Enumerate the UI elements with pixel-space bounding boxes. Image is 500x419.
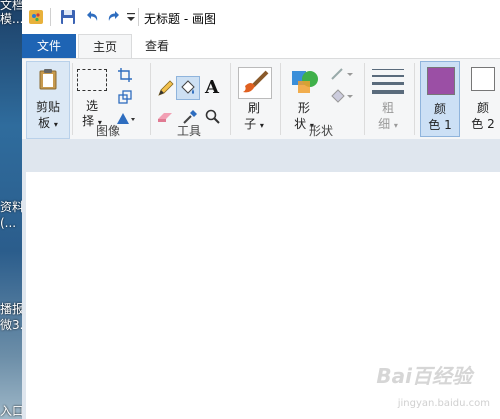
- divider: [364, 63, 365, 135]
- paste-label-line2: 板: [38, 116, 51, 130]
- paste-label: 剪贴: [35, 100, 60, 114]
- paste-label-2: 板 ▾: [27, 116, 69, 132]
- tab-file[interactable]: 文件: [22, 34, 76, 58]
- resize-icon[interactable]: [118, 90, 132, 107]
- title-bar: 无标题 - 画图: [22, 0, 500, 35]
- paint-app-icon[interactable]: [28, 9, 44, 28]
- customize-quick-access-icon[interactable]: [126, 11, 136, 26]
- undo-icon[interactable]: [84, 9, 100, 28]
- size-label-2: 细 ▾: [368, 117, 408, 133]
- desktop-icon-label[interactable]: 入口: [0, 404, 22, 418]
- shapes-label: 形: [297, 101, 310, 115]
- color2-label: 颜: [476, 101, 489, 115]
- chevron-down-icon: ▾: [259, 121, 264, 130]
- desktop-icon-label[interactable]: 模...: [0, 12, 22, 26]
- divider: [138, 8, 139, 26]
- desktop-icon-label[interactable]: 微3...: [0, 318, 22, 332]
- divider: [72, 63, 73, 135]
- divider: [280, 63, 281, 135]
- color1-label-2: 色 1: [428, 118, 452, 132]
- paint-window: 无标题 - 画图 文件 主页 查看 剪贴 板 ▾ 选 择 ▾ 图像 A 工具 刷…: [22, 0, 500, 419]
- desktop-icon-label[interactable]: 资料: [0, 200, 22, 214]
- color1-swatch: [427, 67, 455, 95]
- chevron-down-icon: ▾: [393, 121, 398, 130]
- ribbon-home: 剪贴 板 ▾ 选 择 ▾ 图像 A 工具 刷 子 ▾ 形 状 ▾ 形状 粗 细 …: [22, 58, 500, 140]
- select-rectangle-icon: [77, 69, 107, 91]
- desktop-icon-label[interactable]: (...: [0, 216, 16, 230]
- paintbrush-icon: [238, 67, 272, 99]
- brush-label-line2: 子: [244, 117, 257, 131]
- save-icon[interactable]: [60, 9, 76, 28]
- group-label-tools: 工具: [177, 124, 202, 138]
- select-label-line2: 择: [82, 114, 95, 128]
- shapes-icon: [290, 67, 320, 100]
- color1-button[interactable]: 颜 色 1: [420, 61, 460, 137]
- magnifier-icon[interactable]: [205, 109, 221, 128]
- brush-label-2: 子 ▾: [234, 117, 274, 133]
- color2-swatch: [471, 67, 495, 91]
- desktop-icon-label[interactable]: 文档: [0, 0, 22, 12]
- redo-icon[interactable]: [106, 9, 122, 28]
- watermark-logo: Bai百经验: [376, 364, 472, 388]
- line-width-icon: [372, 69, 404, 94]
- clipboard-icon: [39, 69, 57, 90]
- brush-label: 刷: [247, 101, 260, 115]
- fill-bucket-icon[interactable]: [176, 76, 200, 100]
- divider: [50, 8, 51, 26]
- watermark-url: jingyan.baidu.com: [397, 398, 490, 409]
- group-label-shapes: 形状: [309, 124, 334, 138]
- ribbon-tabs: 文件 主页 查看: [22, 34, 500, 59]
- select-label: 选: [85, 99, 98, 113]
- divider: [150, 63, 151, 135]
- color1-label: 颜: [433, 102, 446, 116]
- color2-button[interactable]: 颜 色 2: [465, 61, 500, 137]
- outline-icon[interactable]: [330, 67, 354, 84]
- tab-view[interactable]: 查看: [134, 34, 180, 58]
- divider: [230, 63, 231, 135]
- brush-button[interactable]: 刷 子 ▾: [234, 61, 274, 137]
- group-label-image: 图像: [96, 124, 121, 138]
- shapes-label-line2: 状: [294, 117, 307, 131]
- size-label: 粗: [381, 101, 394, 115]
- divider: [414, 63, 415, 135]
- eraser-icon[interactable]: [157, 111, 175, 126]
- text-tool-icon[interactable]: A: [205, 77, 219, 98]
- window-title: 无标题 - 画图: [144, 12, 216, 26]
- fill-icon[interactable]: [330, 89, 354, 106]
- crop-icon[interactable]: [118, 68, 132, 85]
- size-label-line2: 细: [378, 117, 391, 131]
- tab-home[interactable]: 主页: [78, 34, 132, 59]
- color2-label-2: 色 2: [471, 117, 495, 131]
- size-button[interactable]: 粗 细 ▾: [368, 61, 408, 137]
- select-button[interactable]: 选 择 ▾: [75, 61, 111, 128]
- desktop-strip: 文档 模... 资料 (... 播报 微3... 入口: [0, 0, 22, 419]
- paste-button[interactable]: 剪贴 板 ▾: [26, 61, 70, 139]
- chevron-down-icon: ▾: [53, 120, 58, 129]
- pencil-icon[interactable]: [157, 79, 175, 100]
- desktop-icon-label[interactable]: 播报: [0, 302, 22, 316]
